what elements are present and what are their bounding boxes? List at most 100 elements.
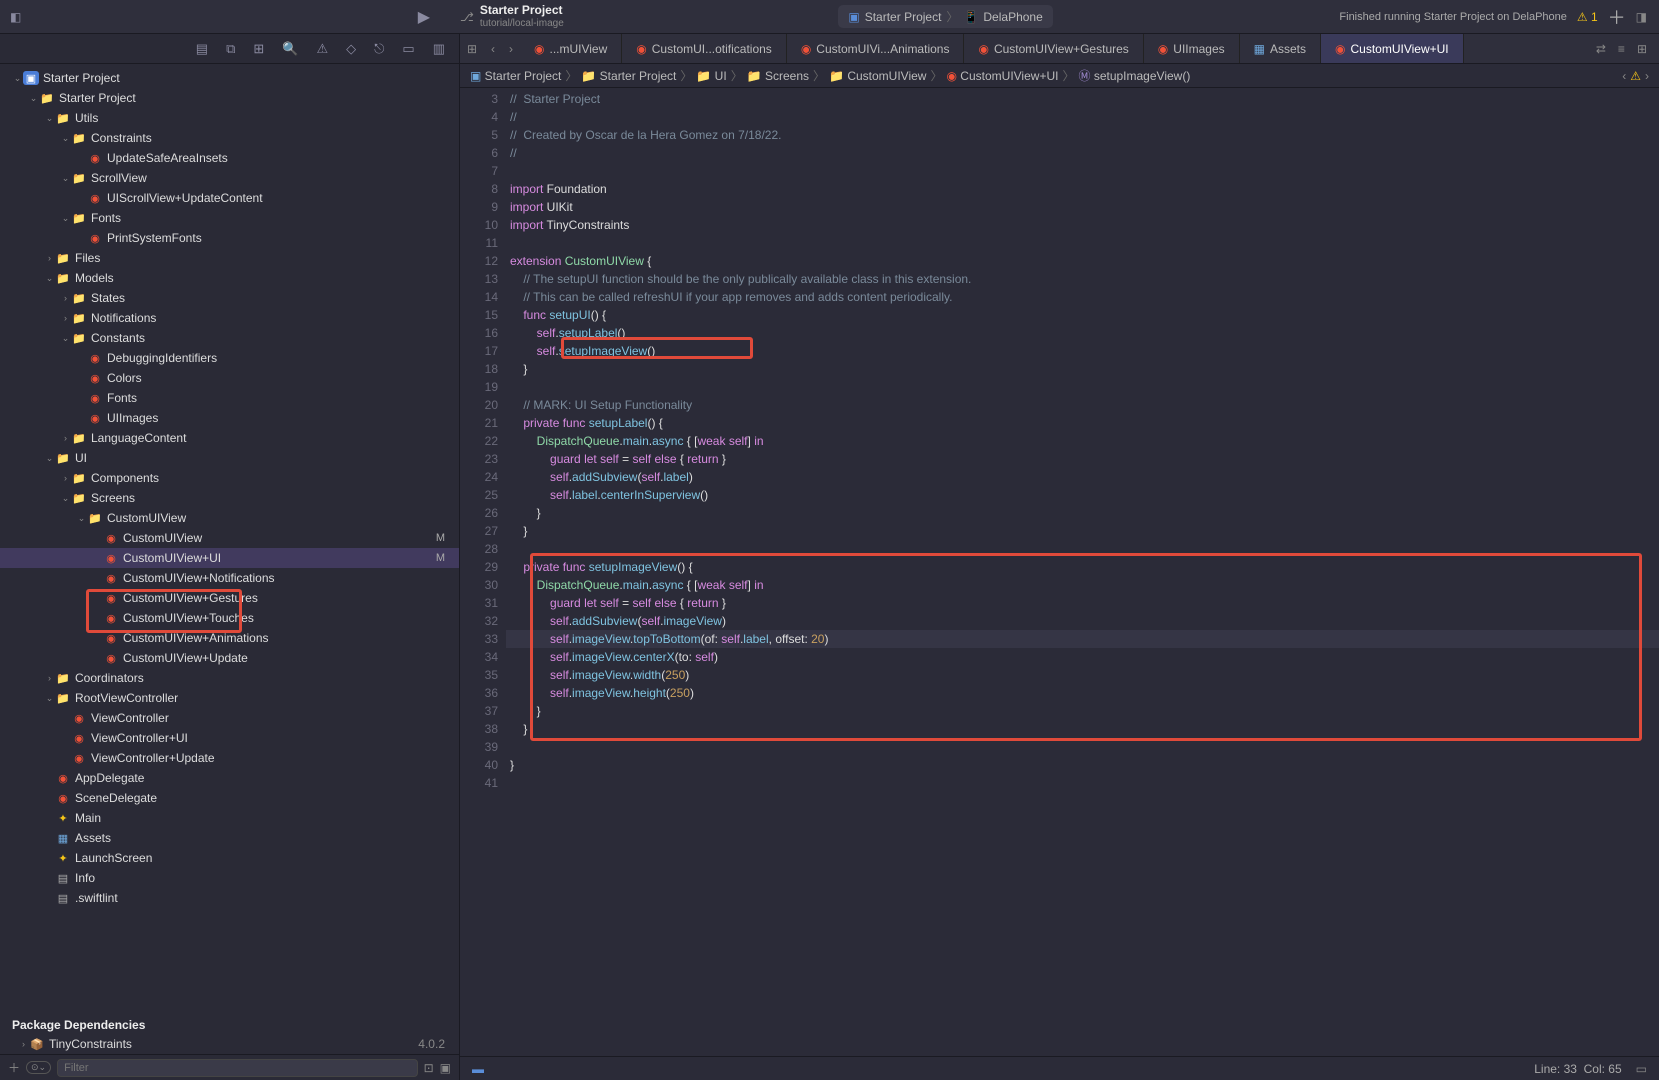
crumb-0[interactable]: ▣ Starter Project: [470, 69, 561, 83]
tree-row-constraints[interactable]: ⌄📁Constraints: [0, 128, 459, 148]
tree-row--swiftlint[interactable]: ▤.swiftlint: [0, 888, 459, 908]
tree-row-viewcontroller-update[interactable]: ◉ViewController+Update: [0, 748, 459, 768]
scheme-selector[interactable]: ▣ Starter Project 〉 📱 DelaPhone: [838, 5, 1052, 28]
project-nav-icon[interactable]: ▤: [196, 41, 208, 57]
tab-customui-otifications[interactable]: ◉CustomUI...otifications: [622, 34, 787, 63]
library-icon[interactable]: ◨: [1636, 10, 1647, 24]
tree-row-customuiview[interactable]: ◉CustomUIViewM: [0, 528, 459, 548]
tree-row-launchscreen[interactable]: ✦LaunchScreen: [0, 848, 459, 868]
tree-row-printsystemfonts[interactable]: ◉PrintSystemFonts: [0, 228, 459, 248]
tree-row-languagecontent[interactable]: ›📁LanguageContent: [0, 428, 459, 448]
app-icon: ▣: [848, 10, 859, 24]
file-tree[interactable]: ⌄▣Starter Project⌄📁Starter Project⌄📁Util…: [0, 64, 459, 1012]
tab-customuiview-ui[interactable]: ◉CustomUIView+UI: [1321, 34, 1464, 63]
tree-row-customuiview-ui[interactable]: ◉CustomUIView+UIM: [0, 548, 459, 568]
tab-customuiview-gestures[interactable]: ◉CustomUIView+Gestures: [964, 34, 1143, 63]
project-info: Starter Project tutorial/local-image: [480, 4, 564, 28]
tree-row-notifications[interactable]: ›📁Notifications: [0, 308, 459, 328]
crumb-5[interactable]: ◉ CustomUIView+UI: [946, 69, 1058, 83]
jump-bar[interactable]: ▣ Starter Project〉📁 Starter Project〉📁 UI…: [460, 64, 1659, 88]
related-items-icon[interactable]: ⊞: [467, 42, 477, 56]
recent-filter-icon[interactable]: ⊡: [424, 1061, 434, 1075]
tree-row-viewcontroller-ui[interactable]: ◉ViewController+UI: [0, 728, 459, 748]
tree-row-starter-project[interactable]: ⌄▣Starter Project: [0, 68, 459, 88]
breakpoint-nav-icon[interactable]: ▭: [402, 41, 414, 57]
tree-row-utils[interactable]: ⌄📁Utils: [0, 108, 459, 128]
nav-fwd-icon[interactable]: ›: [509, 42, 513, 56]
tab-uiimages[interactable]: ◉UIImages: [1144, 34, 1240, 63]
tree-row-colors[interactable]: ◉Colors: [0, 368, 459, 388]
crumb-6[interactable]: Ⓜ setupImageView(): [1078, 67, 1190, 84]
tree-row-scenedelegate[interactable]: ◉SceneDelegate: [0, 788, 459, 808]
tree-row-debuggingidentifiers[interactable]: ◉DebuggingIdentifiers: [0, 348, 459, 368]
tree-row-assets[interactable]: ▦Assets: [0, 828, 459, 848]
tab--muiview[interactable]: ◉...mUIView: [520, 34, 622, 63]
adjust-editor-icon[interactable]: ≡: [1618, 42, 1625, 56]
tree-row-fonts[interactable]: ⌄📁Fonts: [0, 208, 459, 228]
status-message: Finished running Starter Project on Dela…: [1339, 11, 1566, 23]
tree-row-customuiview-notifications[interactable]: ◉CustomUIView+Notifications: [0, 568, 459, 588]
issue-nav-icon[interactable]: ⚠: [316, 41, 328, 57]
tree-row-scrollview[interactable]: ⌄📁ScrollView: [0, 168, 459, 188]
crumb-2[interactable]: 📁 UI: [696, 69, 726, 83]
tree-row-starter-project[interactable]: ⌄📁Starter Project: [0, 88, 459, 108]
add-file-icon[interactable]: ＋: [8, 1059, 20, 1076]
tree-row-customuiview-gestures[interactable]: ◉CustomUIView+Gestures: [0, 588, 459, 608]
device-icon: 📱: [963, 10, 978, 24]
code-content[interactable]: // Starter Project//// Created by Oscar …: [506, 88, 1659, 1056]
tree-row-main[interactable]: ✦Main: [0, 808, 459, 828]
tree-row-ui[interactable]: ⌄📁UI: [0, 448, 459, 468]
sidebar-toggle-icon[interactable]: ◧: [10, 10, 21, 24]
tree-row-customuiview[interactable]: ⌄📁CustomUIView: [0, 508, 459, 528]
tree-row-uiscrollview-updatecontent[interactable]: ◉UIScrollView+UpdateContent: [0, 188, 459, 208]
filter-scope-icon[interactable]: ⊙⌄: [26, 1061, 51, 1074]
tab-assets[interactable]: ▦Assets: [1240, 34, 1321, 63]
crumb-3[interactable]: 📁 Screens: [747, 69, 809, 83]
tree-row-viewcontroller[interactable]: ◉ViewController: [0, 708, 459, 728]
tree-row-files[interactable]: ›📁Files: [0, 248, 459, 268]
editor-area: ⊞ ‹ › ◉...mUIView◉CustomUI...otification…: [460, 34, 1659, 1080]
tree-row-states[interactable]: ›📁States: [0, 288, 459, 308]
code-editor[interactable]: 3456789101112131415161718192021222324252…: [460, 88, 1659, 1056]
code-review-icon[interactable]: ⇄: [1596, 42, 1606, 56]
tab-customuivi-animations[interactable]: ◉CustomUIVi...Animations: [787, 34, 965, 63]
run-button[interactable]: ▶: [418, 7, 430, 27]
tree-row-uiimages[interactable]: ◉UIImages: [0, 408, 459, 428]
filter-input[interactable]: [57, 1059, 417, 1077]
debug-nav-icon[interactable]: ⎋: [374, 41, 384, 57]
package-deps-header: Package Dependencies: [0, 1012, 459, 1034]
symbol-nav-icon[interactable]: ⊞: [253, 41, 264, 57]
tree-row-coordinators[interactable]: ›📁Coordinators: [0, 668, 459, 688]
tree-row-customuiview-update[interactable]: ◉CustomUIView+Update: [0, 648, 459, 668]
report-nav-icon[interactable]: ▥: [433, 41, 445, 57]
tree-row-constants[interactable]: ⌄📁Constants: [0, 328, 459, 348]
add-editor-icon[interactable]: ⊞: [1637, 42, 1647, 56]
test-nav-icon[interactable]: ◇: [346, 41, 356, 57]
find-nav-icon[interactable]: 🔍: [282, 41, 298, 57]
nav-back-icon[interactable]: ‹: [491, 42, 495, 56]
tree-row-appdelegate[interactable]: ◉AppDelegate: [0, 768, 459, 788]
tree-row-rootviewcontroller[interactable]: ⌄📁RootViewController: [0, 688, 459, 708]
crumb-4[interactable]: 📁 CustomUIView: [829, 69, 926, 83]
source-control-icon[interactable]: ⧉: [226, 41, 235, 57]
tree-row-fonts[interactable]: ◉Fonts: [0, 388, 459, 408]
package-dep-row[interactable]: › 📦 TinyConstraints 4.0.2: [0, 1034, 459, 1054]
minimap-toggle-icon[interactable]: ▭: [1636, 1062, 1647, 1076]
debug-indicator-icon[interactable]: ▬: [472, 1062, 484, 1076]
tree-row-updatesafeareainsets[interactable]: ◉UpdateSafeAreaInsets: [0, 148, 459, 168]
tree-row-models[interactable]: ⌄📁Models: [0, 268, 459, 288]
editor-statusbar: ▬ Line: 33 Col: 65 ▭: [460, 1056, 1659, 1080]
add-button[interactable]: ＋: [1608, 4, 1626, 30]
line-gutter: 3456789101112131415161718192021222324252…: [460, 88, 506, 1056]
warning-badge[interactable]: ⚠ 1: [1577, 10, 1598, 24]
tree-row-components[interactable]: ›📁Components: [0, 468, 459, 488]
device-label: DelaPhone: [983, 10, 1042, 24]
crumb-1[interactable]: 📁 Starter Project: [581, 69, 676, 83]
scm-filter-icon[interactable]: ▣: [440, 1061, 451, 1075]
tree-row-customuiview-animations[interactable]: ◉CustomUIView+Animations: [0, 628, 459, 648]
tree-row-info[interactable]: ▤Info: [0, 868, 459, 888]
project-subtitle: tutorial/local-image: [480, 18, 564, 29]
package-name: TinyConstraints: [49, 1037, 412, 1051]
tree-row-screens[interactable]: ⌄📁Screens: [0, 488, 459, 508]
tree-row-customuiview-touches[interactable]: ◉CustomUIView+Touches: [0, 608, 459, 628]
